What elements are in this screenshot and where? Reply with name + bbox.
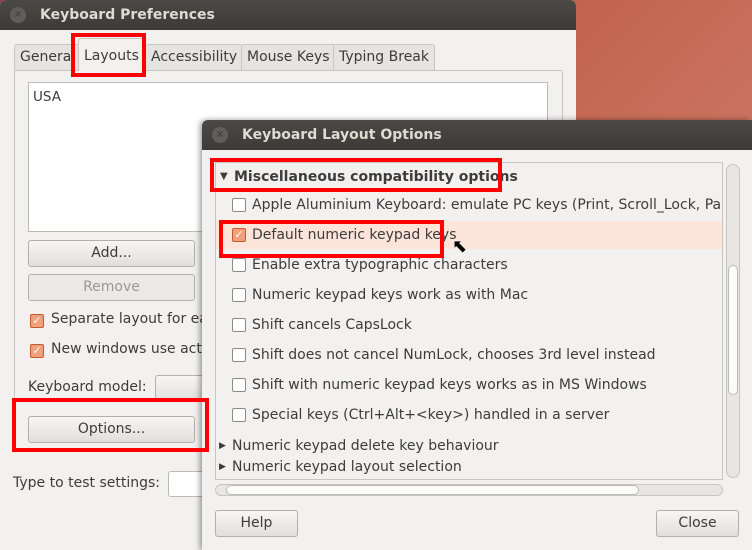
vertical-scrollbar-thumb[interactable] [728, 265, 738, 395]
add-button[interactable]: Add... [28, 240, 195, 267]
option-checkbox[interactable] [232, 288, 246, 302]
dialog-title-bar: Keyboard Layout Options [202, 120, 752, 150]
test-settings-label: Type to test settings: [13, 475, 160, 491]
option-checkbox[interactable] [232, 378, 246, 392]
help-button[interactable]: Help [215, 510, 298, 537]
options-tree: ▼ Miscellaneous compatibility options App… [215, 162, 723, 480]
new-windows-checkbox[interactable]: ✓ [30, 344, 44, 358]
group-numeric-layout[interactable]: ▶ Numeric keypad layout selection [216, 457, 722, 478]
option-checkbox[interactable] [232, 198, 246, 212]
collapsed-triangle-icon[interactable]: ▶ [219, 436, 226, 457]
close-window-button[interactable]: × [10, 7, 26, 23]
highlight-layouts-tab [71, 33, 146, 77]
option-row[interactable]: Numeric keypad keys work as with Mac [216, 281, 722, 309]
option-row[interactable]: Apple Aluminium Keyboard: emulate PC key… [216, 191, 722, 219]
tab-accessibility[interactable]: Accessibility [145, 44, 244, 70]
keyboard-model-label: Keyboard model: [28, 379, 147, 395]
option-checkbox[interactable] [232, 348, 246, 362]
option-checkbox[interactable] [232, 318, 246, 332]
horizontal-scrollbar[interactable] [215, 484, 723, 496]
layout-item[interactable]: USA [33, 89, 543, 105]
option-row[interactable]: Shift does not cancel NumLock, chooses 3… [216, 341, 722, 369]
tab-mouse-keys[interactable]: Mouse Keys [241, 44, 336, 70]
highlight-options-button [12, 398, 209, 452]
option-checkbox[interactable] [232, 258, 246, 272]
highlight-misc-group [210, 158, 502, 192]
separate-layout-label: Separate layout for ea [51, 311, 208, 327]
horizontal-scrollbar-thumb[interactable] [226, 485, 639, 495]
tab-typing-break[interactable]: Typing Break [333, 44, 435, 70]
mouse-cursor-icon: ⬉ [452, 236, 468, 257]
separate-layout-checkbox[interactable]: ✓ [30, 314, 44, 328]
close-button[interactable]: Close [656, 510, 739, 537]
option-row[interactable]: Special keys (Ctrl+Alt+<key>) handled in… [216, 401, 722, 429]
vertical-scrollbar[interactable] [726, 164, 740, 478]
group-numeric-delete[interactable]: ▶ Numeric keypad delete key behaviour [216, 436, 722, 457]
new-windows-label: New windows use activ [51, 341, 215, 357]
remove-button[interactable]: Remove [28, 274, 195, 301]
option-row[interactable]: Shift cancels CapsLock [216, 311, 722, 339]
highlight-default-keypad [219, 220, 444, 258]
title-bar: Keyboard Preferences [0, 0, 576, 30]
collapsed-triangle-icon[interactable]: ▶ [219, 457, 226, 478]
dialog-close-icon[interactable]: × [212, 127, 228, 143]
option-checkbox[interactable] [232, 408, 246, 422]
option-row[interactable]: Shift with numeric keypad keys works as … [216, 371, 722, 399]
